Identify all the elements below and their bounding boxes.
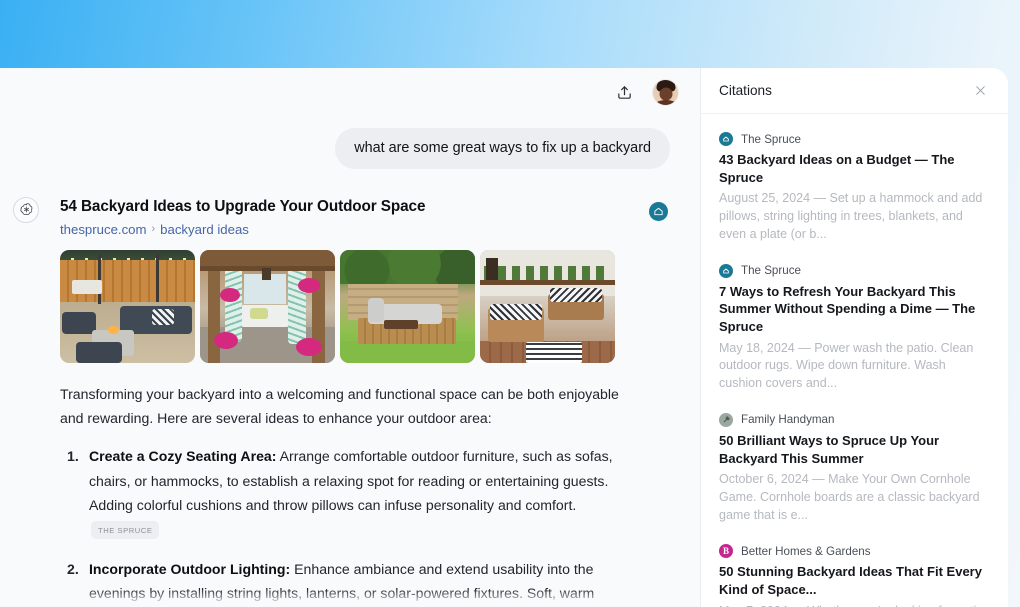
ideas-list: Create a Cozy Seating Area: Arrange comf… [60, 444, 680, 607]
the-spruce-house-icon[interactable] [649, 202, 668, 221]
assistant-body: 54 Backyard Ideas to Upgrade Your Outdoo… [45, 197, 700, 607]
citation-headline: 50 Stunning Backyard Ideas That Fit Ever… [719, 563, 986, 598]
citations-list[interactable]: The Spruce 43 Backyard Ideas on a Budget… [701, 114, 1008, 607]
citation-source: B Better Homes & Gardens [719, 544, 986, 558]
citation-snippet: May 7, 2024 — Whether you're looking for… [719, 603, 986, 607]
assistant-message: 54 Backyard Ideas to Upgrade Your Outdoo… [0, 169, 700, 607]
citation-source: The Spruce [719, 132, 986, 146]
app-window: what are some great ways to fix up a bac… [0, 68, 1008, 607]
openai-logo-icon [13, 197, 39, 223]
conversation-column: what are some great ways to fix up a bac… [0, 68, 700, 607]
citations-panel: Citations The Spruce 43 Backyard Ideas o… [700, 68, 1008, 607]
citation-source-name: The Spruce [741, 264, 801, 277]
citation-source-name: The Spruce [741, 133, 801, 146]
image-strip [45, 237, 680, 363]
citation-chip[interactable]: THE SPRUCE [91, 521, 159, 539]
citation-headline: 43 Backyard Ideas on a Budget — The Spru… [719, 151, 986, 186]
breadcrumb-domain: thespruce.com [60, 222, 147, 237]
citations-header: Citations [701, 68, 1008, 114]
citation-snippet: August 25, 2024 — Set up a hammock and a… [719, 190, 986, 243]
search-result-text: 54 Backyard Ideas to Upgrade Your Outdoo… [60, 197, 639, 237]
citation-source-name: Better Homes & Gardens [741, 545, 871, 558]
list-item: Incorporate Outdoor Lighting: Enhance am… [60, 557, 625, 607]
list-item[interactable]: The Spruce 43 Backyard Ideas on a Budget… [701, 124, 1008, 256]
family-handyman-icon [719, 413, 733, 427]
breadcrumb-path: backyard ideas [160, 222, 249, 237]
better-homes-gardens-icon: B [719, 544, 733, 558]
breadcrumb[interactable]: thespruce.com › backyard ideas [60, 222, 639, 237]
idea-lead: Incorporate Outdoor Lighting: [89, 561, 290, 577]
avatar[interactable] [653, 80, 678, 105]
citation-headline: 7 Ways to Refresh Your Backyard This Sum… [719, 283, 986, 336]
citation-headline: 50 Brilliant Ways to Spruce Up Your Back… [719, 432, 986, 467]
answer-intro: Transforming your backyard into a welcom… [60, 382, 625, 431]
the-spruce-icon [719, 264, 733, 278]
idea-lead: Create a Cozy Seating Area: [89, 448, 276, 464]
share-upload-icon[interactable] [609, 77, 639, 107]
page-title: 54 Backyard Ideas to Upgrade Your Outdoo… [60, 197, 639, 217]
close-icon[interactable] [970, 81, 990, 101]
result-image[interactable] [480, 250, 615, 363]
list-item[interactable]: Family Handyman 50 Brilliant Ways to Spr… [701, 405, 1008, 537]
result-image[interactable] [200, 250, 335, 363]
search-result-header: 54 Backyard Ideas to Upgrade Your Outdoo… [45, 197, 680, 237]
avatar-shoulders [653, 100, 678, 105]
result-image[interactable] [60, 250, 195, 363]
list-item: Create a Cozy Seating Area: Arrange comf… [60, 444, 625, 543]
user-message-bubble: what are some great ways to fix up a bac… [335, 128, 670, 169]
conversation-topbar [0, 68, 700, 116]
citation-snippet: October 6, 2024 — Make Your Own Cornhole… [719, 471, 986, 524]
citation-source: The Spruce [719, 264, 986, 278]
citation-snippet: May 18, 2024 — Power wash the patio. Cle… [719, 340, 986, 393]
chevron-right-icon: › [152, 223, 156, 235]
list-item[interactable]: B Better Homes & Gardens 50 Stunning Bac… [701, 536, 1008, 607]
the-spruce-icon [719, 132, 733, 146]
list-item[interactable]: The Spruce 7 Ways to Refresh Your Backya… [701, 256, 1008, 405]
result-image[interactable] [340, 250, 475, 363]
citation-source-name: Family Handyman [741, 413, 834, 426]
user-message-row: what are some great ways to fix up a bac… [0, 116, 700, 169]
citation-source: Family Handyman [719, 413, 986, 427]
answer-body: Transforming your backyard into a welcom… [45, 363, 680, 607]
citations-title: Citations [719, 83, 772, 98]
